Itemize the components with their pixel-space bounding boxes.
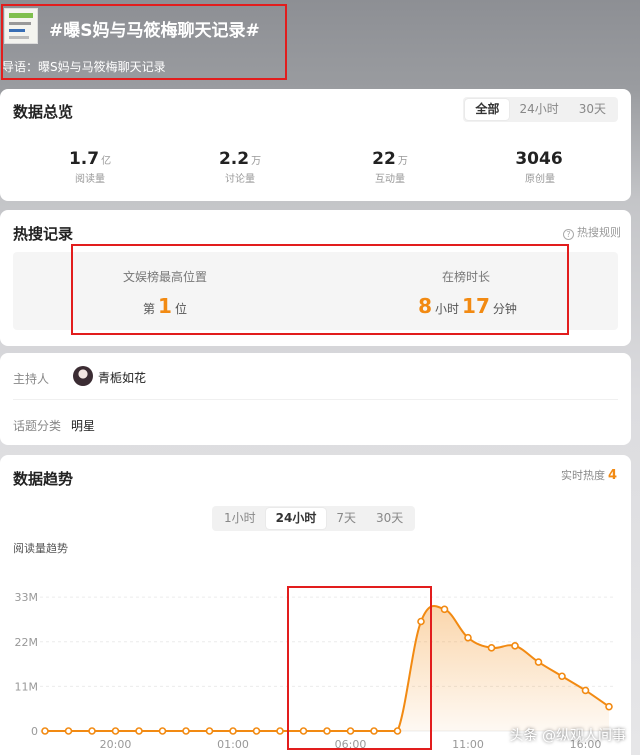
y-tick-label: 11M (15, 680, 39, 693)
stat-discussions: 2.2 万 讨论量 (180, 149, 300, 185)
data-point (323, 727, 331, 735)
data-point (135, 727, 143, 735)
data-point (464, 633, 472, 642)
hot-search-card: 热搜记录 ? 热搜规则 文娱榜最高位置 第1位 在榜时长 8 小时 17 分钟 (0, 210, 631, 346)
category-label: 话题分类 (13, 419, 62, 433)
data-point (182, 727, 190, 735)
y-tick-label: 33M (15, 591, 39, 604)
data-point (229, 727, 237, 735)
stat-label: 互动量 (375, 174, 405, 185)
data-point (581, 686, 590, 695)
stat-label: 原创量 (525, 174, 555, 185)
x-tick-label: 20:00 (100, 738, 132, 751)
host-name[interactable]: 青栀如花 (98, 369, 146, 386)
highest-prefix: 第 (143, 302, 156, 316)
stat-unit: 万 (251, 156, 262, 167)
topic-header: #曝S妈与马筱梅聊天记录# 导语：曝S妈与马筱梅聊天记录 (0, 0, 640, 86)
data-point (370, 727, 378, 735)
x-tick-label: 01:00 (217, 738, 249, 751)
stat-value: 22 (372, 149, 396, 169)
host-label: 主持人 (13, 372, 50, 386)
overview-title: 数据总览 (13, 103, 74, 121)
data-point (487, 644, 496, 652)
category-value: 明星 (71, 419, 96, 433)
stat-unit: 亿 (101, 156, 112, 167)
data-point (299, 727, 308, 735)
highest-label: 文娱榜最高位置 (122, 270, 207, 284)
stat-value: 2.2 (218, 149, 250, 169)
hours-unit: 小时 (435, 302, 460, 316)
data-point (205, 727, 214, 735)
data-point (111, 727, 120, 735)
on-list-duration: 在榜时长 8 小时 17 分钟 (366, 268, 566, 318)
data-point (511, 642, 519, 650)
minutes-unit: 分钟 (492, 302, 517, 316)
stat-unit: 万 (397, 156, 408, 167)
data-point (558, 672, 566, 681)
stat-value: 3046 (515, 149, 563, 169)
watermark: 头条 @纵观人间事 (509, 728, 626, 744)
tab-30d[interactable]: 30天 (569, 99, 616, 120)
rules-label: 热搜规则 (577, 226, 621, 239)
y-tick-label: 0 (31, 725, 38, 738)
y-tick-label: 22M (15, 636, 39, 649)
data-point (88, 727, 96, 735)
question-circle-icon: ? (563, 229, 574, 240)
overview-card: 数据总览 全部 24小时 30天 1.7 亿 阅读量 2.2 万 讨论量 22 万 互… (0, 89, 631, 201)
highest-suffix: 位 (174, 302, 187, 316)
data-point (417, 617, 425, 626)
data-point (158, 727, 167, 735)
data-point (346, 727, 355, 735)
topic-thumbnail[interactable] (4, 8, 38, 44)
trend-card: 数据趋势 实时热度 4 1小时 24小时 7天 30天 阅读量趋势 0 11M 22M… (0, 455, 631, 755)
data-point (605, 702, 613, 711)
highest-position: 文娱榜最高位置 第1位 (65, 268, 265, 318)
info-card: 主持人 青栀如花 话题分类 明星 (0, 353, 631, 445)
tab-24h[interactable]: 24小时 (509, 99, 568, 120)
overview-tabs: 全部 24小时 30天 (463, 97, 618, 122)
x-tick-label: 11:00 (452, 738, 484, 751)
data-point (41, 727, 49, 735)
read-trend-chart: 011M22M33M20:00 01:00 06:00 11:00 16:00 (15, 591, 614, 751)
topic-guide: 导语：曝S妈与马筱梅聊天记录 (2, 60, 166, 74)
duration-minutes: 17 (462, 294, 490, 318)
data-point (440, 605, 449, 614)
hot-search-rules-link[interactable]: ? 热搜规则 (563, 224, 621, 240)
divider (13, 399, 618, 400)
hot-search-title: 热搜记录 (13, 225, 74, 243)
stat-reads: 1.7 亿 阅读量 (30, 149, 150, 185)
topic-title: #曝S妈与马筱梅聊天记录# (49, 21, 260, 41)
data-point (252, 727, 261, 735)
data-point (534, 658, 543, 666)
tab-all[interactable]: 全部 (465, 99, 510, 120)
avatar[interactable] (73, 366, 93, 386)
stat-label: 讨论量 (225, 174, 255, 185)
duration-label: 在榜时长 (441, 270, 490, 284)
stat-value: 1.7 (68, 149, 100, 169)
highest-value: 1 (158, 294, 172, 318)
stat-interactions: 22 万 互动量 (330, 149, 450, 185)
duration-hours: 8 (418, 294, 433, 318)
stat-label: 阅读量 (75, 174, 105, 185)
x-tick-label: 06:00 (335, 738, 367, 751)
hot-search-panel: 文娱榜最高位置 第1位 在榜时长 8 小时 17 分钟 (13, 252, 618, 330)
data-point (64, 727, 73, 735)
stat-originals: 3046 原创量 (480, 149, 600, 185)
series-area (45, 605, 609, 731)
data-point (276, 727, 284, 735)
data-point (393, 727, 402, 735)
